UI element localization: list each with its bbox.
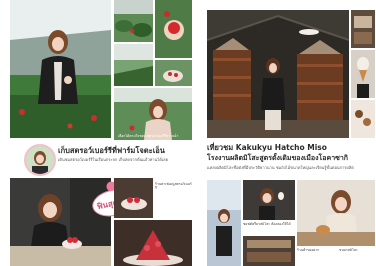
avatar-art xyxy=(26,146,54,174)
right-magazine-page: เที่ยวชม Kakukyu Hatcho Miso โรงงานผลิตม… xyxy=(193,0,375,266)
strawberry-dessert-art xyxy=(114,178,153,218)
woman-shop-photo xyxy=(207,180,241,266)
greenhouse-rows-photo xyxy=(114,44,153,86)
sub-caption: ร้านคาเฟ่เมนูสตรอว์เบอร์รี xyxy=(155,182,192,191)
strawberry-dessert-photo xyxy=(114,178,153,218)
miso-sweets-photo xyxy=(351,100,375,138)
woman-icecream-art xyxy=(243,180,295,220)
greenhouse-photo-art xyxy=(10,0,111,138)
miso-store-art xyxy=(351,10,375,48)
left-story-title: เก็บสตรอว์เบอร์รีที่ฟาร์มโจตะเอ็น xyxy=(58,146,165,155)
greenhouse-photo xyxy=(10,0,111,138)
strawberry-plants-photo xyxy=(114,0,153,42)
miso-shop-interior-photo xyxy=(243,236,295,266)
cafe-woman-art xyxy=(10,178,111,266)
miso-sweets-art xyxy=(351,100,375,138)
woman-picking-photo: เลือกได้ตามใจชอบ สตรอว์เบอร์รีหวานฉ่ำ xyxy=(114,88,192,140)
right-photo-caption-3: ขนมรสมิโสะ xyxy=(339,248,358,252)
strawberry-basket-photo xyxy=(155,60,192,86)
cafe-woman-photo xyxy=(10,178,111,266)
miso-factory-art xyxy=(207,10,349,138)
strawberry-hand-photo xyxy=(155,0,192,58)
right-story-body: แหล่งผลิตมิโสะชื่อดังที่มีประวัติยาวนาน … xyxy=(207,165,354,170)
woman-picking-art xyxy=(114,88,192,140)
right-story-title-2: โรงงานผลิตมิโสะสูตรดั้งเดิมของเมืองโอคาซ… xyxy=(207,154,349,162)
strawberry-plants-art xyxy=(114,0,153,42)
miso-icecream-photo xyxy=(351,50,375,98)
strawberry-tower-photo xyxy=(114,220,192,266)
woman-icecream-photo xyxy=(243,180,295,220)
right-photo-caption-2: ร้านค้าของฝาก xyxy=(297,248,320,252)
woman-miso-dessert-art xyxy=(297,180,375,246)
strawberry-tower-art xyxy=(114,220,192,266)
right-photo-caption-1: ซอฟต์ครีมรสมิโสะ ต้องลองให้ได้ xyxy=(243,222,291,226)
woman-miso-dessert-photo xyxy=(297,180,375,246)
left-magazine-page: เลือกได้ตามใจชอบ สตรอว์เบอร์รีหวานฉ่ำ เก… xyxy=(10,0,192,266)
strawberry-basket-art xyxy=(155,60,192,86)
photo-caption: เลือกได้ตามใจชอบ สตรอว์เบอร์รีหวานฉ่ำ xyxy=(118,133,179,138)
woman-shop-art xyxy=(207,180,241,266)
miso-icecream-art xyxy=(351,50,375,98)
miso-factory-photo xyxy=(207,10,349,138)
greenhouse-rows-art xyxy=(114,44,153,86)
strawberry-hand-art xyxy=(155,0,192,58)
story-avatar xyxy=(24,144,56,176)
miso-shop-interior-art xyxy=(243,236,295,266)
left-story-body: เดินชมสตรอว์เบอร์รีในเรือนกระจก เก็บสดจา… xyxy=(58,157,168,162)
miso-store-photo xyxy=(351,10,375,48)
